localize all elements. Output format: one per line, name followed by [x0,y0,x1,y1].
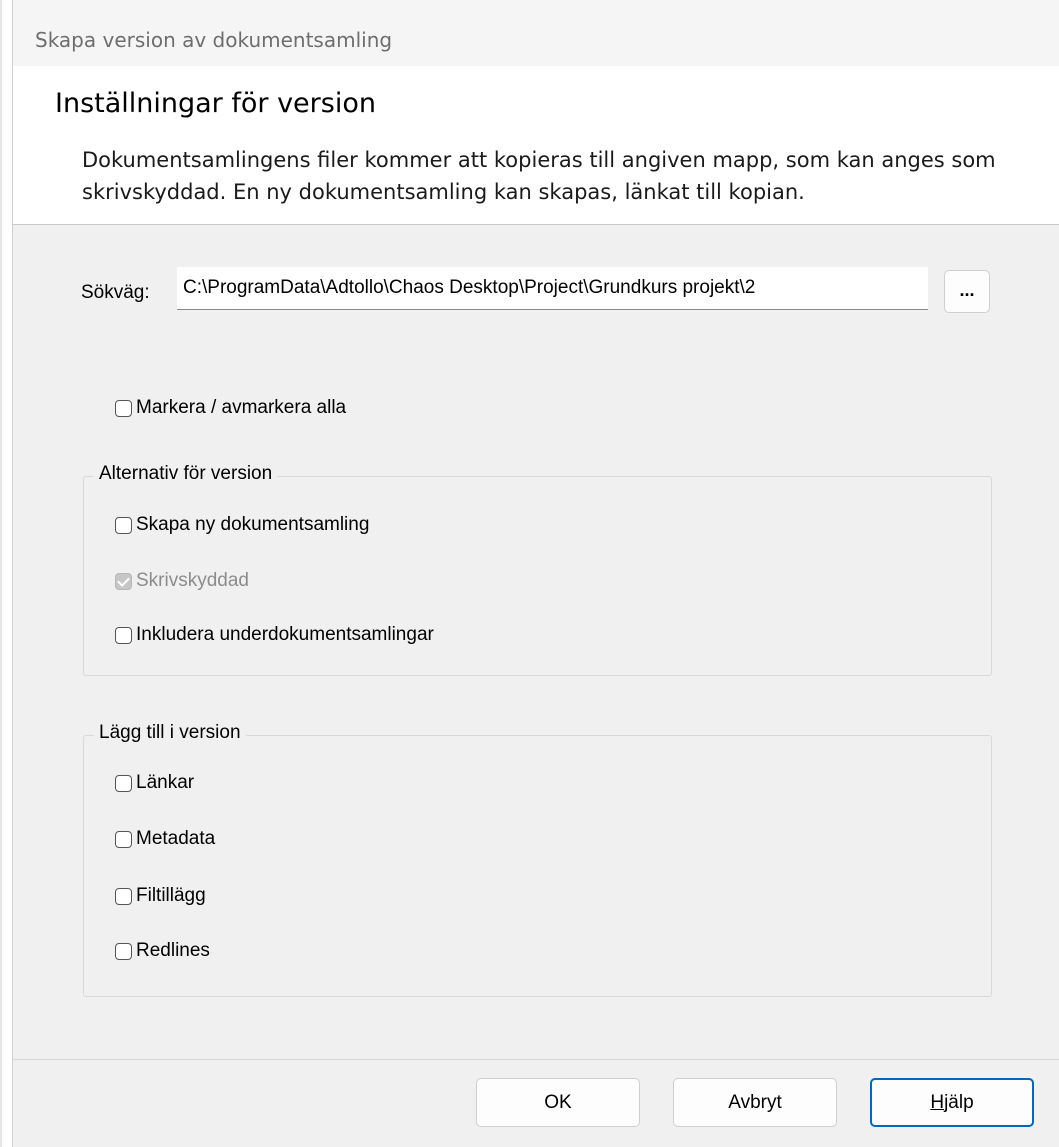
select-all-checkbox[interactable]: Markera / avmarkera alla [115,395,346,421]
links-label: Länkar [136,772,195,793]
checkbox-box[interactable] [115,887,132,905]
redlines-label: Redlines [136,940,210,961]
include-subcollections-label: Inkludera underdokumentsamlingar [136,624,434,645]
checkbox-box[interactable] [115,830,132,848]
checkbox-box[interactable] [115,626,132,644]
file-extension-checkbox[interactable]: Filtillägg [115,883,206,909]
create-new-collection-checkbox[interactable]: Skapa ny dokumentsamling [115,512,369,538]
footer-divider [13,1059,1059,1060]
dialog-header: Inställningar för version Dokumentsamlin… [12,66,1059,225]
help-label-rest: jälp [944,1092,974,1113]
checkbox-box [115,572,132,590]
redlines-checkbox[interactable]: Redlines [115,938,210,964]
checkbox-box[interactable] [115,399,132,417]
window-title: Skapa version av dokumentsamling [35,28,393,52]
ok-button[interactable]: OK [476,1078,640,1127]
metadata-checkbox[interactable]: Metadata [115,826,215,852]
header-description: Dokumentsamlingens filer kommer att kopi… [82,148,996,204]
create-new-collection-label: Skapa ny dokumentsamling [136,514,370,535]
dialog-window: Skapa version av dokumentsamling Inställ… [0,0,1059,1147]
version-options-legend: Alternativ för version [94,463,278,485]
cancel-button[interactable]: Avbryt [673,1078,837,1127]
checkbox-box[interactable] [115,774,132,792]
add-to-version-group: Lägg till i version [83,722,992,997]
checkbox-box[interactable] [115,942,132,960]
dialog-content: Sökväg: ... Markera / avmarkera alla Alt… [12,225,1059,1147]
file-extension-label: Filtillägg [136,885,206,906]
metadata-label: Metadata [136,828,216,849]
read-only-label: Skrivskyddad [136,570,249,591]
help-mnemonic: H [930,1092,945,1113]
header-title: Inställningar för version [55,88,376,119]
title-bar[interactable]: Skapa version av dokumentsamling [12,0,1059,66]
help-button[interactable]: Hjälp [870,1078,1034,1127]
read-only-checkbox: Skrivskyddad [115,568,249,594]
browse-button[interactable]: ... [944,270,990,313]
checkbox-box[interactable] [115,516,132,534]
links-checkbox[interactable]: Länkar [115,770,194,796]
path-label: Sökväg: [81,282,150,303]
include-subcollections-checkbox[interactable]: Inkludera underdokumentsamlingar [115,622,434,648]
add-to-version-legend: Lägg till i version [94,722,246,744]
select-all-label: Markera / avmarkera alla [136,397,347,418]
path-input[interactable] [177,267,928,310]
